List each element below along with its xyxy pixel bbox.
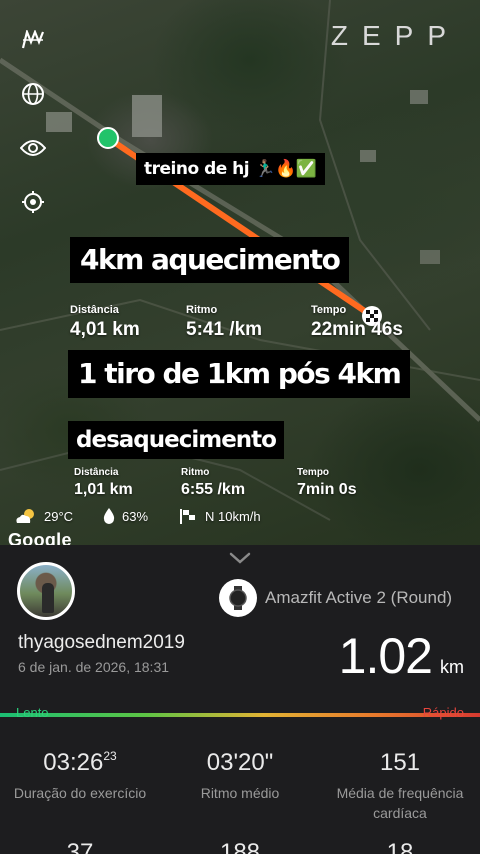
avg-pace-value: 03'20" — [206, 749, 274, 776]
metric-avg-pace: 03'20" Ritmo médio — [160, 749, 320, 803]
avg-pace-label: Ritmo médio — [200, 785, 280, 801]
temperature-value: 29°C — [44, 508, 74, 524]
row2-col3-value: 18 — [386, 839, 414, 854]
pace-gradient-bar — [0, 713, 480, 717]
metric-duration: 03:2623 Duração do exercício — [0, 749, 160, 803]
overlay1-distance-label: Distância — [70, 304, 119, 316]
username: thyagosednem2019 — [18, 632, 185, 653]
summary-panel: Amazfit Active 2 (Round) thyagosednem201… — [0, 545, 480, 854]
overlay2-time-value: 7min 0s — [297, 481, 357, 498]
weather-temperature: 29°C — [14, 507, 73, 525]
globe-icon[interactable] — [20, 81, 46, 107]
pace-fast-label: Rápido — [422, 705, 464, 720]
overlay1-pace-label: Ritmo — [186, 304, 218, 316]
humidity-value: 63% — [122, 508, 149, 524]
distance-value: 1.02 — [338, 628, 433, 684]
row2-col1-value: 37 — [66, 839, 94, 854]
overlay1-pace-value: 5:41 /km — [186, 319, 263, 340]
wind-flag-icon — [180, 509, 195, 524]
chevron-down-icon[interactable] — [228, 551, 252, 565]
avatar[interactable] — [17, 562, 75, 620]
locate-icon[interactable] — [20, 189, 46, 215]
eye-icon[interactable] — [20, 135, 46, 161]
overlay2-distance-label: Distância — [74, 467, 119, 478]
overlay2-time-label: Tempo — [297, 467, 330, 478]
overlay2-time: Tempo 7min 0s — [297, 467, 357, 499]
workout-datetime: 6 de jan. de 2026, 18:31 — [18, 659, 170, 675]
overlay2-pace: Ritmo 6:55 /km — [181, 467, 245, 499]
metric-row2-col3: 18 — [320, 839, 480, 854]
weather-humidity: 63% — [102, 507, 148, 525]
duration-value: 03:2623 — [43, 749, 117, 776]
caption-desaquecimento: desaquecimento — [68, 421, 284, 459]
pace-slow-label: Lento — [16, 705, 49, 720]
avg-heart-rate-label: Média de frequência cardíaca — [336, 785, 464, 821]
watch-icon — [219, 579, 257, 617]
caption-tiro: 1 tiro de 1km pós 4km — [68, 350, 411, 398]
overlay2-distance: Distância 1,01 km — [74, 467, 133, 499]
overlay1-distance-value: 4,01 km — [70, 319, 140, 340]
route-map[interactable]: ZEPP treino de hj 🏃🏽‍♂️🔥✅ 4km aqueciment… — [0, 0, 480, 545]
metric-row2-col1: 37 — [0, 839, 160, 854]
caption-aquecimento: 4km aquecimento — [70, 237, 350, 283]
wolf-logo-icon[interactable] — [20, 27, 46, 53]
overlay1-time: Tempo 22min 46s — [311, 304, 403, 341]
row2-col2-value: 188 — [219, 839, 261, 854]
overlay1-time-label: Tempo — [311, 304, 347, 316]
metric-row2-col2: 188 — [160, 839, 320, 854]
caption-treino: treino de hj 🏃🏽‍♂️🔥✅ — [136, 153, 325, 185]
total-distance: 1.02 km — [339, 627, 464, 685]
distance-unit: km — [440, 657, 464, 677]
weather-wind: N 10km/h — [179, 507, 261, 525]
device-info[interactable]: Amazfit Active 2 (Round) — [219, 579, 452, 617]
duration-label: Duração do exercício — [13, 785, 147, 801]
overlay1-distance: Distância 4,01 km — [70, 304, 140, 341]
overlay2-distance-value: 1,01 km — [74, 481, 133, 498]
overlay1-time-value: 22min 46s — [311, 319, 403, 340]
google-attribution: Google — [8, 530, 72, 545]
workout-detail-screen: ZEPP treino de hj 🏃🏽‍♂️🔥✅ 4km aqueciment… — [0, 0, 480, 854]
droplet-icon — [103, 508, 115, 524]
start-marker — [97, 127, 119, 149]
overlay2-pace-label: Ritmo — [181, 467, 210, 478]
overlay1-pace: Ritmo 5:41 /km — [186, 304, 262, 341]
metric-avg-heart-rate: 151 Média de frequência cardíaca — [320, 749, 480, 823]
overlay2-pace-value: 6:55 /km — [181, 481, 246, 498]
partly-cloudy-icon — [16, 509, 34, 523]
wind-value: N 10km/h — [205, 508, 261, 524]
device-name: Amazfit Active 2 (Round) — [265, 588, 453, 607]
avg-heart-rate-value: 151 — [379, 749, 421, 776]
zepp-logo: ZEPP — [330, 20, 460, 51]
